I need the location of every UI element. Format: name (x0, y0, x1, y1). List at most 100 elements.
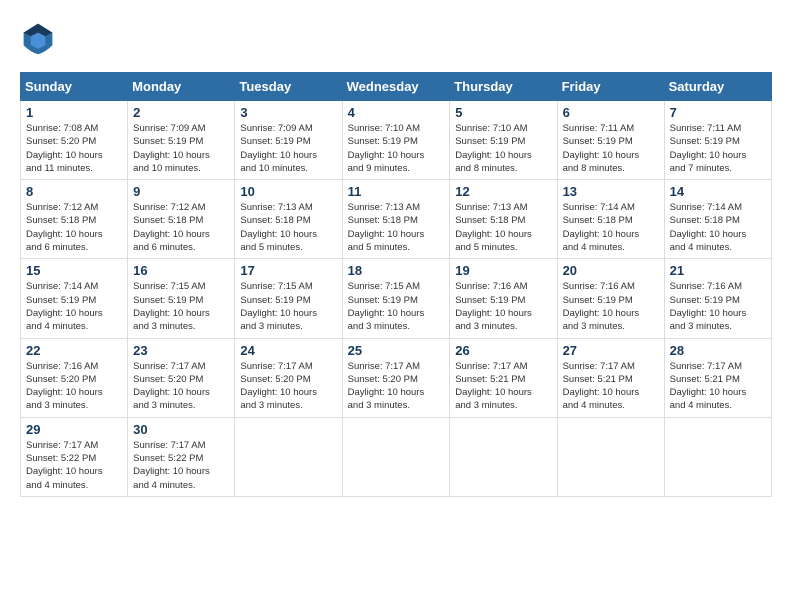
day-info: Sunrise: 7:17 AMSunset: 5:20 PMDaylight:… (240, 360, 336, 413)
column-header-tuesday: Tuesday (235, 73, 342, 101)
day-info: Sunrise: 7:16 AMSunset: 5:19 PMDaylight:… (455, 280, 551, 333)
calendar-cell (235, 417, 342, 496)
calendar-cell: 16 Sunrise: 7:15 AMSunset: 5:19 PMDayligh… (128, 259, 235, 338)
day-number: 11 (348, 184, 445, 199)
day-number: 18 (348, 263, 445, 278)
calendar-week-row: 22 Sunrise: 7:16 AMSunset: 5:20 PMDayligh… (21, 338, 772, 417)
calendar-cell: 27 Sunrise: 7:17 AMSunset: 5:21 PMDayligh… (557, 338, 664, 417)
day-info: Sunrise: 7:17 AMSunset: 5:22 PMDaylight:… (26, 439, 122, 492)
calendar-cell: 30 Sunrise: 7:17 AMSunset: 5:22 PMDayligh… (128, 417, 235, 496)
calendar-cell: 20 Sunrise: 7:16 AMSunset: 5:19 PMDayligh… (557, 259, 664, 338)
day-number: 22 (26, 343, 122, 358)
column-header-monday: Monday (128, 73, 235, 101)
calendar-cell: 23 Sunrise: 7:17 AMSunset: 5:20 PMDayligh… (128, 338, 235, 417)
day-info: Sunrise: 7:14 AMSunset: 5:19 PMDaylight:… (26, 280, 122, 333)
column-header-friday: Friday (557, 73, 664, 101)
logo-icon (20, 20, 56, 56)
day-info: Sunrise: 7:17 AMSunset: 5:21 PMDaylight:… (455, 360, 551, 413)
day-number: 13 (563, 184, 659, 199)
calendar-cell: 29 Sunrise: 7:17 AMSunset: 5:22 PMDayligh… (21, 417, 128, 496)
day-number: 17 (240, 263, 336, 278)
logo (20, 20, 62, 56)
day-number: 12 (455, 184, 551, 199)
day-info: Sunrise: 7:13 AMSunset: 5:18 PMDaylight:… (455, 201, 551, 254)
day-number: 27 (563, 343, 659, 358)
day-number: 30 (133, 422, 229, 437)
day-info: Sunrise: 7:13 AMSunset: 5:18 PMDaylight:… (348, 201, 445, 254)
day-info: Sunrise: 7:12 AMSunset: 5:18 PMDaylight:… (133, 201, 229, 254)
day-info: Sunrise: 7:10 AMSunset: 5:19 PMDaylight:… (455, 122, 551, 175)
calendar-cell: 18 Sunrise: 7:15 AMSunset: 5:19 PMDayligh… (342, 259, 450, 338)
calendar-week-row: 8 Sunrise: 7:12 AMSunset: 5:18 PMDaylight… (21, 180, 772, 259)
day-number: 9 (133, 184, 229, 199)
day-info: Sunrise: 7:15 AMSunset: 5:19 PMDaylight:… (133, 280, 229, 333)
calendar-cell: 21 Sunrise: 7:16 AMSunset: 5:19 PMDayligh… (664, 259, 771, 338)
day-info: Sunrise: 7:15 AMSunset: 5:19 PMDaylight:… (348, 280, 445, 333)
calendar-header-row: SundayMondayTuesdayWednesdayThursdayFrid… (21, 73, 772, 101)
calendar-cell: 17 Sunrise: 7:15 AMSunset: 5:19 PMDayligh… (235, 259, 342, 338)
calendar-cell: 4Sunrise: 7:10 AMSunset: 5:19 PMDaylight… (342, 101, 450, 180)
day-number: 7 (670, 105, 766, 120)
day-info: Sunrise: 7:08 AMSunset: 5:20 PMDaylight:… (26, 122, 122, 175)
day-info: Sunrise: 7:10 AMSunset: 5:19 PMDaylight:… (348, 122, 445, 175)
column-header-wednesday: Wednesday (342, 73, 450, 101)
calendar-cell: 28 Sunrise: 7:17 AMSunset: 5:21 PMDayligh… (664, 338, 771, 417)
day-info: Sunrise: 7:09 AMSunset: 5:19 PMDaylight:… (133, 122, 229, 175)
day-info: Sunrise: 7:15 AMSunset: 5:19 PMDaylight:… (240, 280, 336, 333)
day-info: Sunrise: 7:14 AMSunset: 5:18 PMDaylight:… (670, 201, 766, 254)
day-number: 5 (455, 105, 551, 120)
day-info: Sunrise: 7:11 AMSunset: 5:19 PMDaylight:… (670, 122, 766, 175)
day-info: Sunrise: 7:11 AMSunset: 5:19 PMDaylight:… (563, 122, 659, 175)
day-info: Sunrise: 7:17 AMSunset: 5:21 PMDaylight:… (670, 360, 766, 413)
calendar-cell: 24 Sunrise: 7:17 AMSunset: 5:20 PMDayligh… (235, 338, 342, 417)
column-header-sunday: Sunday (21, 73, 128, 101)
day-number: 23 (133, 343, 229, 358)
calendar-cell: 12 Sunrise: 7:13 AMSunset: 5:18 PMDayligh… (450, 180, 557, 259)
day-info: Sunrise: 7:16 AMSunset: 5:20 PMDaylight:… (26, 360, 122, 413)
column-header-saturday: Saturday (664, 73, 771, 101)
calendar-cell: 1 Sunrise: 7:08 AMSunset: 5:20 PMDaylight… (21, 101, 128, 180)
day-info: Sunrise: 7:16 AMSunset: 5:19 PMDaylight:… (563, 280, 659, 333)
day-number: 14 (670, 184, 766, 199)
calendar-week-row: 15 Sunrise: 7:14 AMSunset: 5:19 PMDayligh… (21, 259, 772, 338)
calendar-cell: 5 Sunrise: 7:10 AMSunset: 5:19 PMDaylight… (450, 101, 557, 180)
day-number: 10 (240, 184, 336, 199)
day-info: Sunrise: 7:17 AMSunset: 5:22 PMDaylight:… (133, 439, 229, 492)
day-number: 8 (26, 184, 122, 199)
calendar-cell: 22 Sunrise: 7:16 AMSunset: 5:20 PMDayligh… (21, 338, 128, 417)
day-info: Sunrise: 7:17 AMSunset: 5:20 PMDaylight:… (133, 360, 229, 413)
day-number: 15 (26, 263, 122, 278)
calendar-cell (342, 417, 450, 496)
calendar-cell: 2 Sunrise: 7:09 AMSunset: 5:19 PMDaylight… (128, 101, 235, 180)
calendar-cell: 3Sunrise: 7:09 AMSunset: 5:19 PMDaylight… (235, 101, 342, 180)
day-number: 29 (26, 422, 122, 437)
day-info: Sunrise: 7:16 AMSunset: 5:19 PMDaylight:… (670, 280, 766, 333)
calendar-week-row: 29 Sunrise: 7:17 AMSunset: 5:22 PMDayligh… (21, 417, 772, 496)
day-number: 20 (563, 263, 659, 278)
day-number: 16 (133, 263, 229, 278)
calendar-table: SundayMondayTuesdayWednesdayThursdayFrid… (20, 72, 772, 497)
day-number: 2 (133, 105, 229, 120)
day-number: 1 (26, 105, 122, 120)
calendar-cell: 15 Sunrise: 7:14 AMSunset: 5:19 PMDayligh… (21, 259, 128, 338)
day-info: Sunrise: 7:12 AMSunset: 5:18 PMDaylight:… (26, 201, 122, 254)
day-number: 25 (348, 343, 445, 358)
day-number: 3 (240, 105, 336, 120)
page-header (20, 20, 772, 56)
calendar-cell: 9 Sunrise: 7:12 AMSunset: 5:18 PMDaylight… (128, 180, 235, 259)
calendar-cell: 11 Sunrise: 7:13 AMSunset: 5:18 PMDayligh… (342, 180, 450, 259)
day-number: 28 (670, 343, 766, 358)
calendar-cell: 14 Sunrise: 7:14 AMSunset: 5:18 PMDayligh… (664, 180, 771, 259)
day-number: 24 (240, 343, 336, 358)
day-number: 19 (455, 263, 551, 278)
calendar-cell: 19 Sunrise: 7:16 AMSunset: 5:19 PMDayligh… (450, 259, 557, 338)
day-number: 26 (455, 343, 551, 358)
day-info: Sunrise: 7:17 AMSunset: 5:21 PMDaylight:… (563, 360, 659, 413)
calendar-cell (450, 417, 557, 496)
day-number: 21 (670, 263, 766, 278)
calendar-cell: 25Sunrise: 7:17 AMSunset: 5:20 PMDayligh… (342, 338, 450, 417)
calendar-cell: 10Sunrise: 7:13 AMSunset: 5:18 PMDayligh… (235, 180, 342, 259)
calendar-cell: 26 Sunrise: 7:17 AMSunset: 5:21 PMDayligh… (450, 338, 557, 417)
calendar-cell: 6Sunrise: 7:11 AMSunset: 5:19 PMDaylight… (557, 101, 664, 180)
calendar-cell (557, 417, 664, 496)
